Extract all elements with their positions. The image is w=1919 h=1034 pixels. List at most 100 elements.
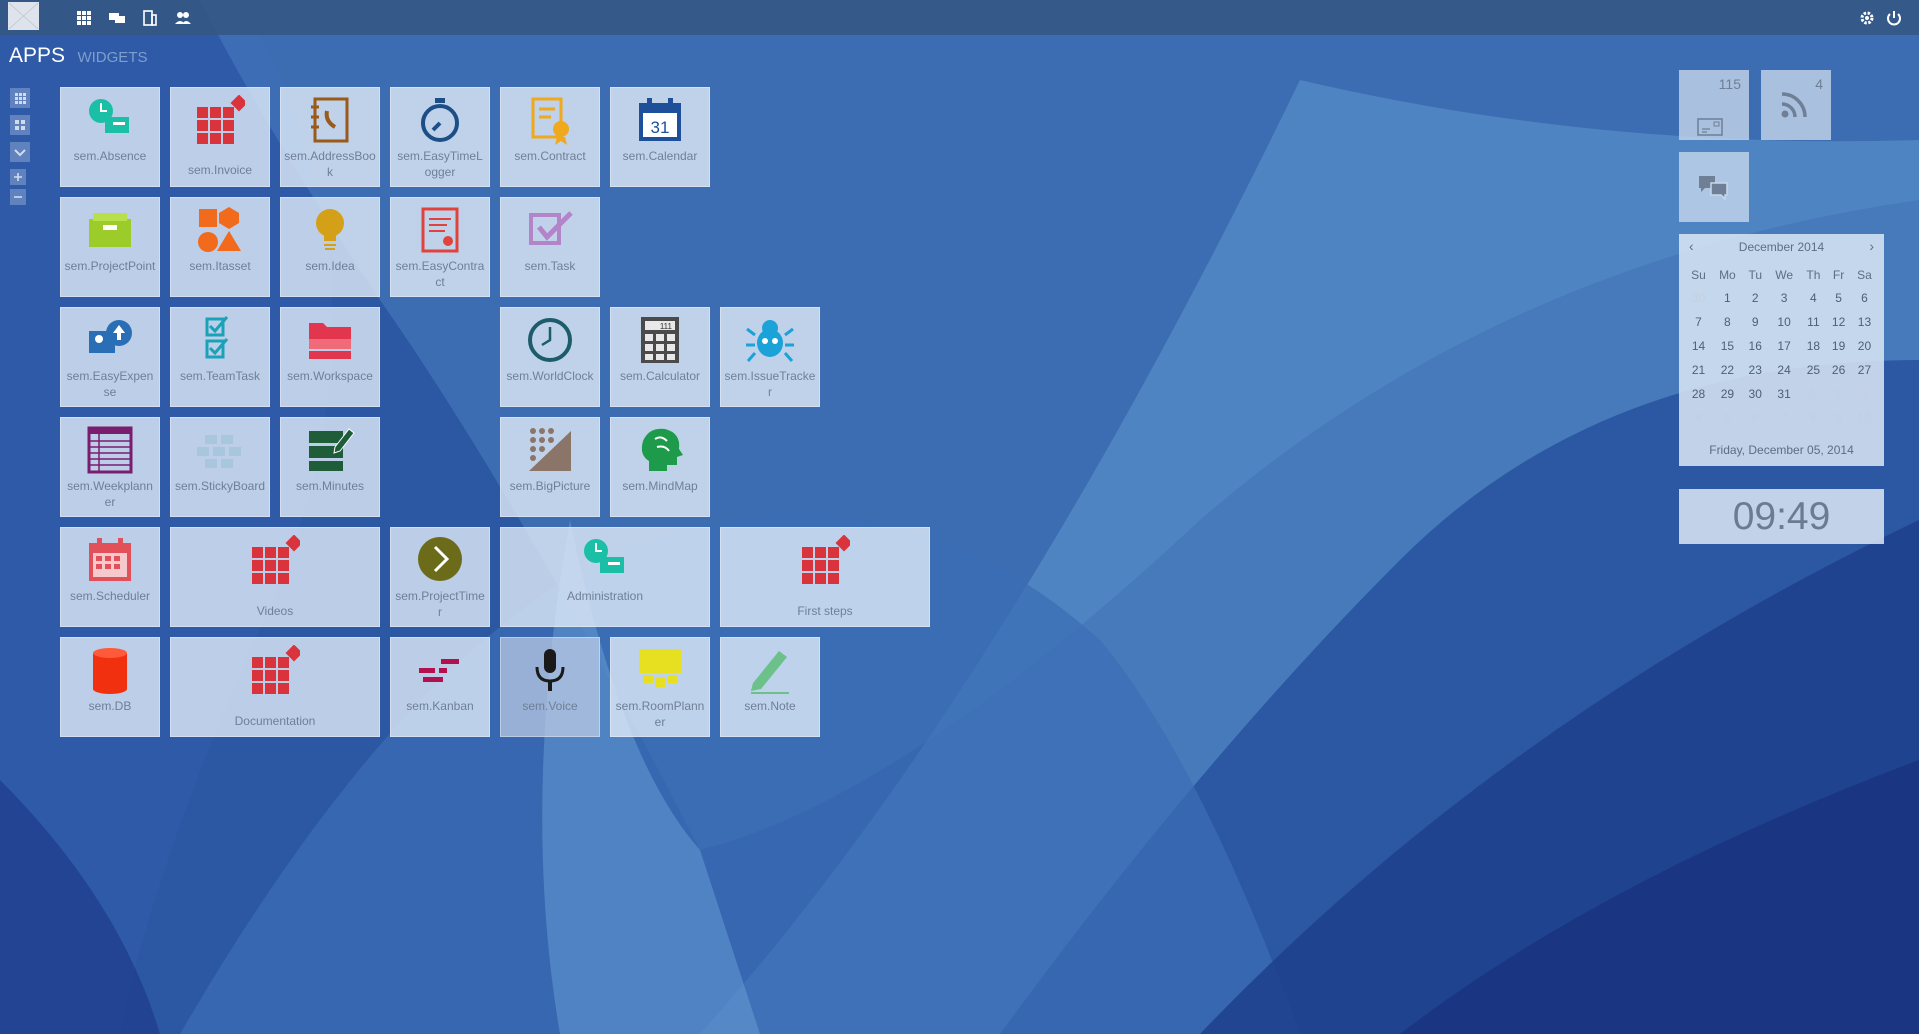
calendar-day[interactable]: 21 xyxy=(1685,358,1712,382)
tab-widgets[interactable]: WIDGETS xyxy=(77,49,147,66)
app-tile-invoice[interactable]: sem.Invoice xyxy=(170,87,270,187)
calendar-day[interactable]: 7 xyxy=(1768,406,1801,430)
app-tile-projecttimer[interactable]: sem.ProjectTimer xyxy=(390,527,490,627)
app-tile-worldclock[interactable]: sem.WorldClock xyxy=(500,307,600,407)
app-tile-note[interactable]: sem.Note xyxy=(720,637,820,737)
mail-count: 115 xyxy=(1718,76,1741,92)
calendar-day[interactable]: 8 xyxy=(1712,310,1743,334)
chat-icon[interactable] xyxy=(107,8,127,28)
app-tile-bigpicture[interactable]: sem.BigPicture xyxy=(500,417,600,517)
users-icon[interactable] xyxy=(173,8,193,28)
grid-icon[interactable] xyxy=(74,8,94,28)
chevron-down-icon[interactable] xyxy=(10,142,30,162)
calendar-day[interactable]: 23 xyxy=(1743,358,1768,382)
grid-small-icon[interactable] xyxy=(10,88,30,108)
mail-widget[interactable]: 115 xyxy=(1679,70,1749,140)
app-tile-kanban[interactable]: sem.Kanban xyxy=(390,637,490,737)
calendar-day[interactable]: 10 xyxy=(1768,310,1801,334)
app-tile-calculator[interactable]: 111 sem.Calculator xyxy=(610,307,710,407)
app-tile-workspace[interactable]: sem.Workspace xyxy=(280,307,380,407)
calendar-day[interactable]: 22 xyxy=(1712,358,1743,382)
power-icon[interactable] xyxy=(1884,8,1904,28)
calendar-day[interactable]: 25 xyxy=(1800,358,1826,382)
app-tile-videos[interactable]: Videos xyxy=(170,527,380,627)
calendar-day[interactable]: 31 xyxy=(1768,382,1801,406)
app-tile-projectpoint[interactable]: sem.ProjectPoint xyxy=(60,197,160,297)
calendar-day[interactable]: 9 xyxy=(1743,310,1768,334)
calendar-day[interactable]: 29 xyxy=(1712,382,1743,406)
app-label: sem.Contract xyxy=(514,149,586,163)
calendar-day[interactable]: 20 xyxy=(1851,334,1878,358)
minus-icon[interactable] xyxy=(10,189,26,205)
app-tile-easycontract[interactable]: sem.EasyContract xyxy=(390,197,490,297)
app-tile-calendar[interactable]: 31 sem.Calendar xyxy=(610,87,710,187)
app-tile-voice[interactable]: sem.Voice xyxy=(500,637,600,737)
calendar-day[interactable]: 2 xyxy=(1743,286,1768,310)
calendar-day[interactable]: 7 xyxy=(1685,310,1712,334)
app-tile-teamtask[interactable]: sem.TeamTask xyxy=(170,307,270,407)
app-tile-administration[interactable]: Administration xyxy=(500,527,710,627)
tab-apps[interactable]: APPS xyxy=(9,44,65,67)
app-tile-stickyboard[interactable]: sem.StickyBoard xyxy=(170,417,270,517)
calendar-day[interactable]: 1 xyxy=(1800,382,1826,406)
calendar-day[interactable]: 15 xyxy=(1712,334,1743,358)
plus-icon[interactable] xyxy=(10,169,26,185)
gear-icon[interactable] xyxy=(1857,8,1877,28)
app-tile-mindmap[interactable]: sem.MindMap xyxy=(610,417,710,517)
logo-icon[interactable] xyxy=(8,2,39,30)
calendar-day[interactable]: 27 xyxy=(1851,358,1878,382)
feed-widget[interactable]: 4 xyxy=(1761,70,1831,140)
app-tile-idea[interactable]: sem.Idea xyxy=(280,197,380,297)
calendar-day[interactable]: 14 xyxy=(1685,334,1712,358)
app-label: sem.MindMap xyxy=(622,479,698,493)
app-tile-easyexpense[interactable]: sem.EasyExpense xyxy=(60,307,160,407)
calendar-day[interactable]: 10 xyxy=(1851,406,1878,430)
calendar-day[interactable]: 3 xyxy=(1851,382,1878,406)
calendar-day[interactable]: 1 xyxy=(1712,286,1743,310)
app-tile-documentation[interactable]: Documentation xyxy=(170,637,380,737)
app-tile-minutes[interactable]: sem.Minutes xyxy=(280,417,380,517)
calendar-day[interactable]: 6 xyxy=(1743,406,1768,430)
calendar-day[interactable]: 17 xyxy=(1768,334,1801,358)
room-planner-icon xyxy=(639,649,681,687)
app-tile-task[interactable]: sem.Task xyxy=(500,197,600,297)
calendar-day[interactable]: 13 xyxy=(1851,310,1878,334)
calendar-day[interactable]: 28 xyxy=(1685,382,1712,406)
app-tile-weekplanner[interactable]: sem.Weekplanner xyxy=(60,417,160,517)
calendar-day[interactable]: 8 xyxy=(1800,406,1826,430)
calendar-day[interactable]: 18 xyxy=(1800,334,1826,358)
app-tile-roomplanner[interactable]: sem.RoomPlanner xyxy=(610,637,710,737)
rss-icon xyxy=(1781,92,1807,118)
app-tile-contract[interactable]: sem.Contract xyxy=(500,87,600,187)
chat-widget[interactable] xyxy=(1679,152,1749,222)
calendar-day[interactable]: 5 xyxy=(1712,406,1743,430)
calendar-day[interactable]: 30 xyxy=(1743,382,1768,406)
calendar-day[interactable]: 30 xyxy=(1685,286,1712,310)
calendar-day[interactable]: 9 xyxy=(1826,406,1851,430)
calendar-day[interactable]: 4 xyxy=(1800,286,1826,310)
app-tile-db[interactable]: sem.DB xyxy=(60,637,160,737)
calendar-day[interactable]: 24 xyxy=(1768,358,1801,382)
calendar-day[interactable]: 26 xyxy=(1826,358,1851,382)
calendar-day[interactable]: 5 xyxy=(1826,286,1851,310)
app-tile-absence[interactable]: sem.Absence xyxy=(60,87,160,187)
app-tile-first-steps[interactable]: First steps xyxy=(720,527,930,627)
calendar-next-button[interactable]: › xyxy=(1869,238,1874,254)
grid-large-icon[interactable] xyxy=(10,115,30,135)
app-tile-easytimelogger[interactable]: sem.EasyTimeLogger xyxy=(390,87,490,187)
calendar-week-row: 7 8 9 10 11 12 13 xyxy=(1685,310,1878,334)
app-tile-addressbook[interactable]: sem.AddressBook xyxy=(280,87,380,187)
calendar-day[interactable]: 19 xyxy=(1826,334,1851,358)
calendar-day[interactable]: 11 xyxy=(1800,310,1826,334)
app-tile-issuetracker[interactable]: sem.IssueTracker xyxy=(720,307,820,407)
app-tile-scheduler[interactable]: sem.Scheduler xyxy=(60,527,160,627)
calendar-day[interactable]: 2 xyxy=(1826,382,1851,406)
calendar-day[interactable]: 6 xyxy=(1851,286,1878,310)
calendar-day[interactable]: 16 xyxy=(1743,334,1768,358)
app-tile-itasset[interactable]: sem.Itasset xyxy=(170,197,270,297)
calendar-day[interactable]: 3 xyxy=(1768,286,1801,310)
calendar-day[interactable]: 4 xyxy=(1685,406,1712,430)
calendar-day[interactable]: 12 xyxy=(1826,310,1851,334)
building-icon[interactable] xyxy=(140,8,160,28)
weekday-label: Fr xyxy=(1832,268,1845,282)
